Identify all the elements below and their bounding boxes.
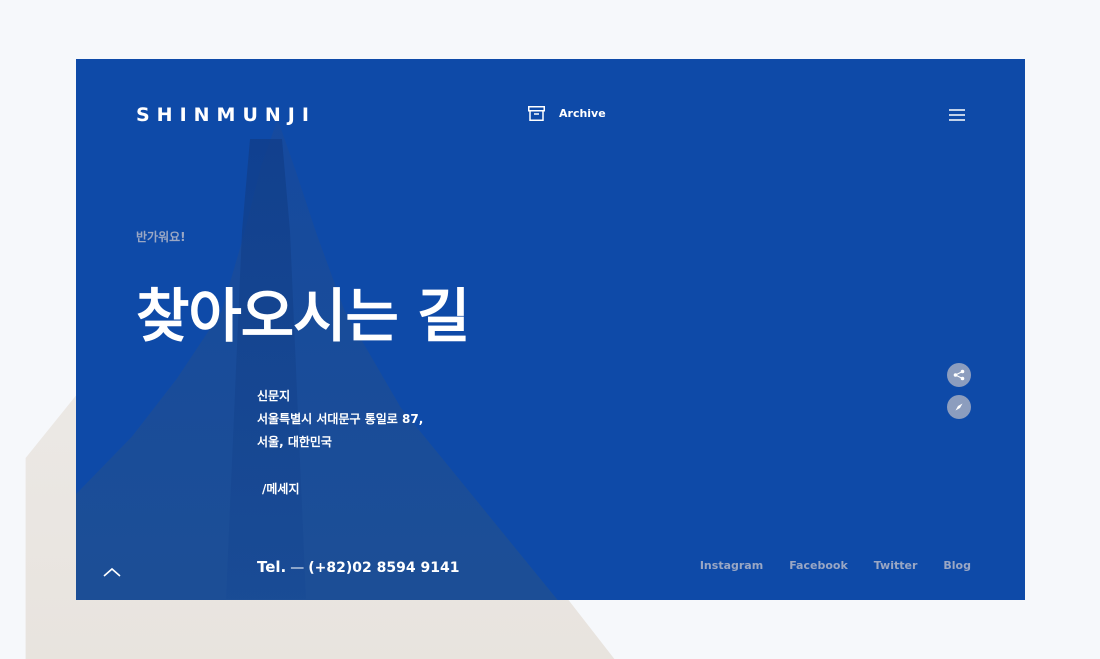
- chevron-up-icon: [103, 567, 121, 577]
- social-links: Instagram Facebook Twitter Blog: [700, 559, 971, 572]
- archive-box-icon: [528, 106, 545, 121]
- social-link-facebook[interactable]: Facebook: [789, 559, 848, 572]
- share-button[interactable]: [947, 363, 971, 387]
- compass-button[interactable]: [947, 395, 971, 419]
- tel-dash: —: [290, 560, 305, 576]
- message-link[interactable]: /메세지: [262, 480, 300, 497]
- address-block: 신문지 서울특별시 서대문구 통일로 87, 서울, 대한민국: [257, 385, 423, 454]
- monument-silhouette: [76, 119, 558, 600]
- archive-label: Archive: [559, 107, 606, 120]
- address-line-1: 서울특별시 서대문구 통일로 87,: [257, 412, 424, 426]
- contact-panel: SHINMUNJI Archive 반가워요! 찾아오시는 길 신문지 서울특별…: [76, 59, 1025, 600]
- tel-label: Tel.: [257, 558, 287, 576]
- page-title: 찾아오시는 길: [136, 282, 470, 350]
- share-icon: [953, 369, 965, 381]
- hamburger-menu-icon: [949, 109, 965, 121]
- address-line-2: 서울, 대한민국: [257, 435, 332, 449]
- greeting-text: 반가워요!: [136, 230, 186, 244]
- social-link-instagram[interactable]: Instagram: [700, 559, 763, 572]
- phone-contact: Tel. — (+82)02 8594 9141: [257, 558, 459, 576]
- address-name: 신문지: [257, 389, 291, 403]
- social-link-blog[interactable]: Blog: [943, 559, 971, 572]
- menu-button[interactable]: [949, 107, 965, 121]
- tel-number[interactable]: (+82)02 8594 9141: [308, 560, 459, 576]
- site-logo[interactable]: SHINMUNJI: [136, 104, 316, 126]
- scroll-top-button[interactable]: [102, 564, 122, 578]
- social-link-twitter[interactable]: Twitter: [874, 559, 918, 572]
- compass-icon: [955, 403, 963, 411]
- archive-link[interactable]: Archive: [528, 106, 606, 121]
